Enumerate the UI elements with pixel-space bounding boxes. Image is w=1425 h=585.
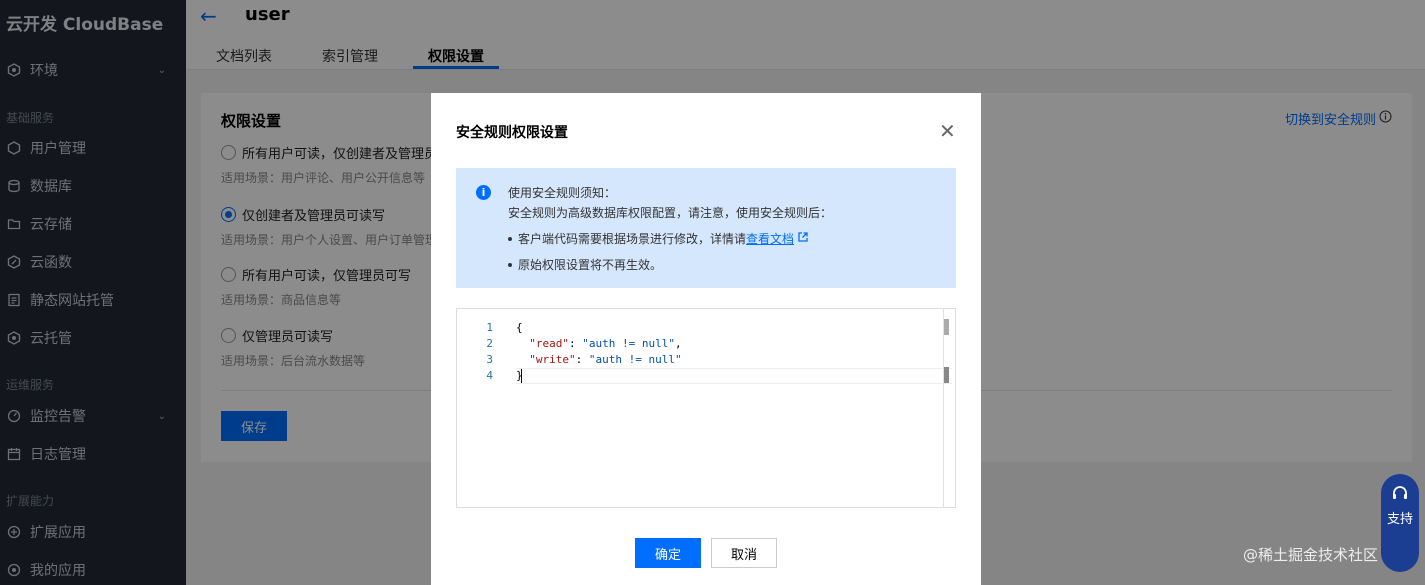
notice-line-2: 安全规则为高级数据库权限配置，请注意，使用安全规则后： [508, 206, 833, 220]
notice-box: i 使用安全规则须知： 安全规则为高级数据库权限配置，请注意，使用安全规则后： … [456, 168, 956, 288]
current-line-highlight [516, 368, 952, 384]
editor-scrollbar-thumb[interactable] [944, 319, 949, 335]
bullet-dot [508, 262, 512, 267]
bullet-text: 客户端代码需要根据场景进行修改，详情请 [518, 232, 747, 246]
info-icon: i [476, 185, 491, 200]
notice-line-1: 使用安全规则须知： [508, 186, 617, 200]
close-icon[interactable]: ✕ [939, 119, 956, 143]
code-line: { [516, 321, 523, 334]
line-number: 3 [486, 353, 493, 366]
watermark: @稀土掘金技术社区 [1243, 546, 1379, 564]
security-rules-modal: 安全规则权限设置 ✕ i 使用安全规则须知： 安全规则为高级数据库权限配置，请注… [431, 93, 981, 585]
headset-icon [1390, 484, 1410, 508]
modal-title: 安全规则权限设置 [456, 125, 568, 141]
view-docs-link[interactable]: 查看文档 [746, 230, 794, 247]
code-line: "write": "auth != null" [529, 353, 682, 366]
line-number: 4 [486, 369, 493, 382]
support-widget[interactable]: 支持 [1381, 474, 1419, 572]
cursor-marker [944, 367, 949, 383]
notice-bullet-1: 客户端代码需要根据场景进行修改，详情请 查看文档 [508, 230, 808, 247]
text-caret [521, 369, 522, 383]
editor-scrollbar-track[interactable] [943, 309, 944, 507]
line-number: 2 [486, 337, 493, 350]
code-line: "read": "auth != null", [529, 337, 682, 350]
confirm-button[interactable]: 确定 [635, 538, 701, 568]
line-number: 1 [486, 321, 493, 334]
support-label: 支持 [1386, 512, 1413, 527]
bullet-dot [508, 236, 512, 241]
cancel-button[interactable]: 取消 [711, 538, 777, 568]
notice-bullet-2: 原始权限设置将不再生效。 [508, 256, 662, 273]
bullet-text: 原始权限设置将不再生效。 [518, 258, 663, 272]
external-link-icon [798, 232, 808, 245]
code-editor[interactable]: 1 2 3 4 { "read": "auth != null", "write… [456, 308, 956, 508]
